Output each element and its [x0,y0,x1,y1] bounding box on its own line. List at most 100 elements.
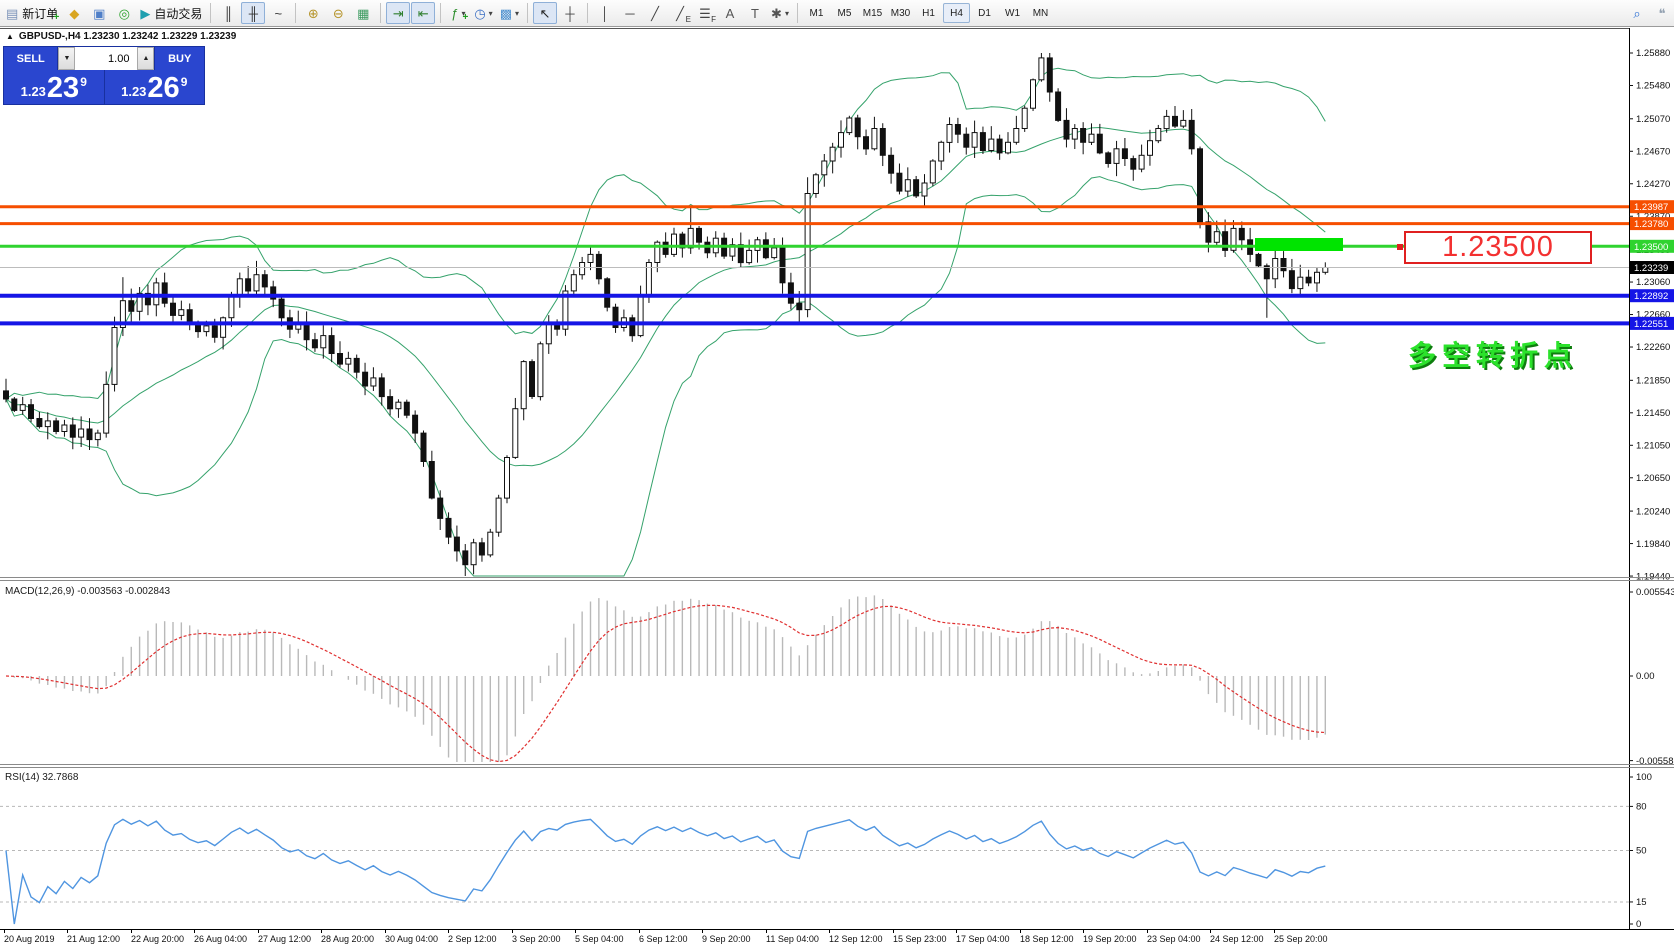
chevron-down-icon: ▾ [785,9,789,18]
buy-price-big: 26 [147,76,179,101]
text-label-button[interactable]: T [743,2,767,24]
buy-price[interactable]: 1.23 26 9 [104,70,205,104]
zoom-out-button[interactable]: ⊖ [326,2,350,24]
time-axis-label: 17 Sep 04:00 [956,934,1010,944]
chart-background [0,28,1674,929]
timeframe-h1[interactable]: H1 [915,3,942,23]
toolbar-separator [587,3,588,23]
fibonacci-button[interactable]: ☰F [693,2,717,24]
price-chart[interactable]: 1.258801.254801.250701.246701.242701.238… [0,28,1674,929]
collapse-panel-icon[interactable]: ▲ [6,32,14,41]
price-axis-flag-1.22892: 1.22892 [1630,289,1674,302]
templates-icon: ▩ [500,7,512,20]
macd-label: MACD(12,26,9) -0.003563 -0.002843 [5,586,171,597]
equidistant-channel-button[interactable]: ╱E [668,2,692,24]
main-toolbar: ▤+新订单◆▣◎▶自动交易║╫~⊕⊖▦⇥⇤ƒ+▾◷▾▩▾↖┼│─╱╱E☰FAT✱… [0,0,1674,27]
time-axis-label: 12 Sep 12:00 [829,934,883,944]
price-axis-flag-1.23239: 1.23239 [1630,261,1674,274]
periods-icon: ◷ [474,7,485,20]
auto-scroll-button[interactable]: ⇥ [386,2,410,24]
market-watch-button[interactable]: ▣ [87,2,111,24]
fibonacci-icon: ☰ [699,7,711,20]
sell-price-prefix: 1.23 [21,84,46,99]
indicators-icon: ƒ [451,7,458,20]
trendline-button[interactable]: ╱ [643,2,667,24]
time-axis-label: 28 Aug 20:00 [321,934,374,944]
time-axis-tick [1274,930,1275,933]
crosshair-icon: ┼ [565,7,574,20]
templates-button[interactable]: ▩▾ [497,2,522,24]
axis-tick-label: 15 [1636,897,1647,908]
rsi-label: RSI(14) 32.7868 [5,772,79,783]
time-axis-label: 23 Sep 04:00 [1147,934,1201,944]
arrows-icon: ✱ [771,7,782,20]
time-axis-label: 19 Sep 20:00 [1083,934,1137,944]
new-order-button[interactable]: ▤+新订单 [3,2,61,24]
timeframe-d1[interactable]: D1 [971,3,998,23]
chart-shift-button[interactable]: ⇤ [411,2,435,24]
time-axis[interactable]: 20 Aug 201921 Aug 12:0022 Aug 20:0026 Au… [0,929,1674,951]
axis-tick-label: 1.20240 [1636,506,1670,517]
timeframe-m5[interactable]: M5 [831,3,858,23]
volume-increase-button[interactable]: ▲ [137,47,154,70]
profile-icon-button[interactable]: ◆ [62,2,86,24]
signals-button[interactable]: ◎ [112,2,136,24]
time-axis-tick [893,930,894,933]
buy-price-prefix: 1.23 [121,84,146,99]
timeframe-mn[interactable]: MN [1027,3,1054,23]
vertical-line-button[interactable]: │ [593,2,617,24]
chart-note-text[interactable]: 多空转折点 [1408,334,1578,374]
equidistant-channel-icon: ╱ [676,7,684,20]
axis-tick-label: 0.00 [1636,671,1655,682]
time-axis-label: 21 Aug 12:00 [67,934,120,944]
price-level-callout[interactable]: 1.23500 [1404,231,1592,264]
tile-windows-button[interactable]: ▦ [351,2,375,24]
sell-price-sup: 9 [80,75,87,89]
crosshair-button[interactable]: ┼ [558,2,582,24]
timeframe-m30[interactable]: M30 [887,3,914,23]
tile-windows-icon: ▦ [357,7,369,20]
periods-button[interactable]: ◷▾ [471,2,495,24]
toolbar-separator [295,3,296,23]
time-axis-tick [639,930,640,933]
zoom-in-button[interactable]: ⊕ [301,2,325,24]
timeframe-m15[interactable]: M15 [859,3,886,23]
horizontal-line-button[interactable]: ─ [618,2,642,24]
timeframe-m1[interactable]: M1 [803,3,830,23]
bar-chart-button[interactable]: ║ [216,2,240,24]
axis-tick-label: 1.25880 [1636,48,1670,59]
price-axis-flag-1.22551: 1.22551 [1630,317,1674,330]
chat-icon-button[interactable]: ❝ [1650,2,1674,24]
price-axis-flag-1.23987: 1.23987 [1630,200,1674,213]
timeframe-h4[interactable]: H4 [943,3,970,23]
auto-scroll-icon: ⇥ [393,7,404,20]
volume-decrease-button[interactable]: ▼ [58,47,75,70]
axis-tick-label: 1.21050 [1636,440,1670,451]
search-icon-button[interactable]: ⌕ [1625,2,1649,24]
axis-tick-label: 80 [1636,802,1647,813]
candlestick-chart-button[interactable]: ╫ [241,2,265,24]
highlight-zone-rect[interactable] [1255,238,1343,251]
cursor-button[interactable]: ↖ [533,2,557,24]
cursor-icon: ↖ [540,7,551,20]
axis-tick-label: 1.25480 [1636,81,1670,92]
autotrading-button[interactable]: ▶自动交易 [137,2,205,24]
time-axis-tick [956,930,957,933]
time-axis-label: 9 Sep 20:00 [702,934,751,944]
buy-button[interactable]: BUY [155,47,204,70]
svg-text:1.22551: 1.22551 [1634,319,1668,330]
text-button[interactable]: A [718,2,742,24]
indicators-button[interactable]: ƒ+▾ [446,2,470,24]
zoom-in-icon: ⊕ [308,7,319,20]
timeframe-w1[interactable]: W1 [999,3,1026,23]
toolbar-separator [380,3,381,23]
sell-price[interactable]: 1.23 23 9 [4,70,104,104]
arrows-button[interactable]: ✱▾ [768,2,792,24]
sell-button[interactable]: SELL [4,47,57,70]
time-axis-tick [766,930,767,933]
volume-input[interactable]: 1.00 [75,47,137,70]
line-chart-button[interactable]: ~ [266,2,290,24]
svg-text:1.23780: 1.23780 [1634,219,1668,230]
bar-chart-icon: ║ [224,7,233,20]
hline-drag-handle[interactable] [1397,244,1403,250]
